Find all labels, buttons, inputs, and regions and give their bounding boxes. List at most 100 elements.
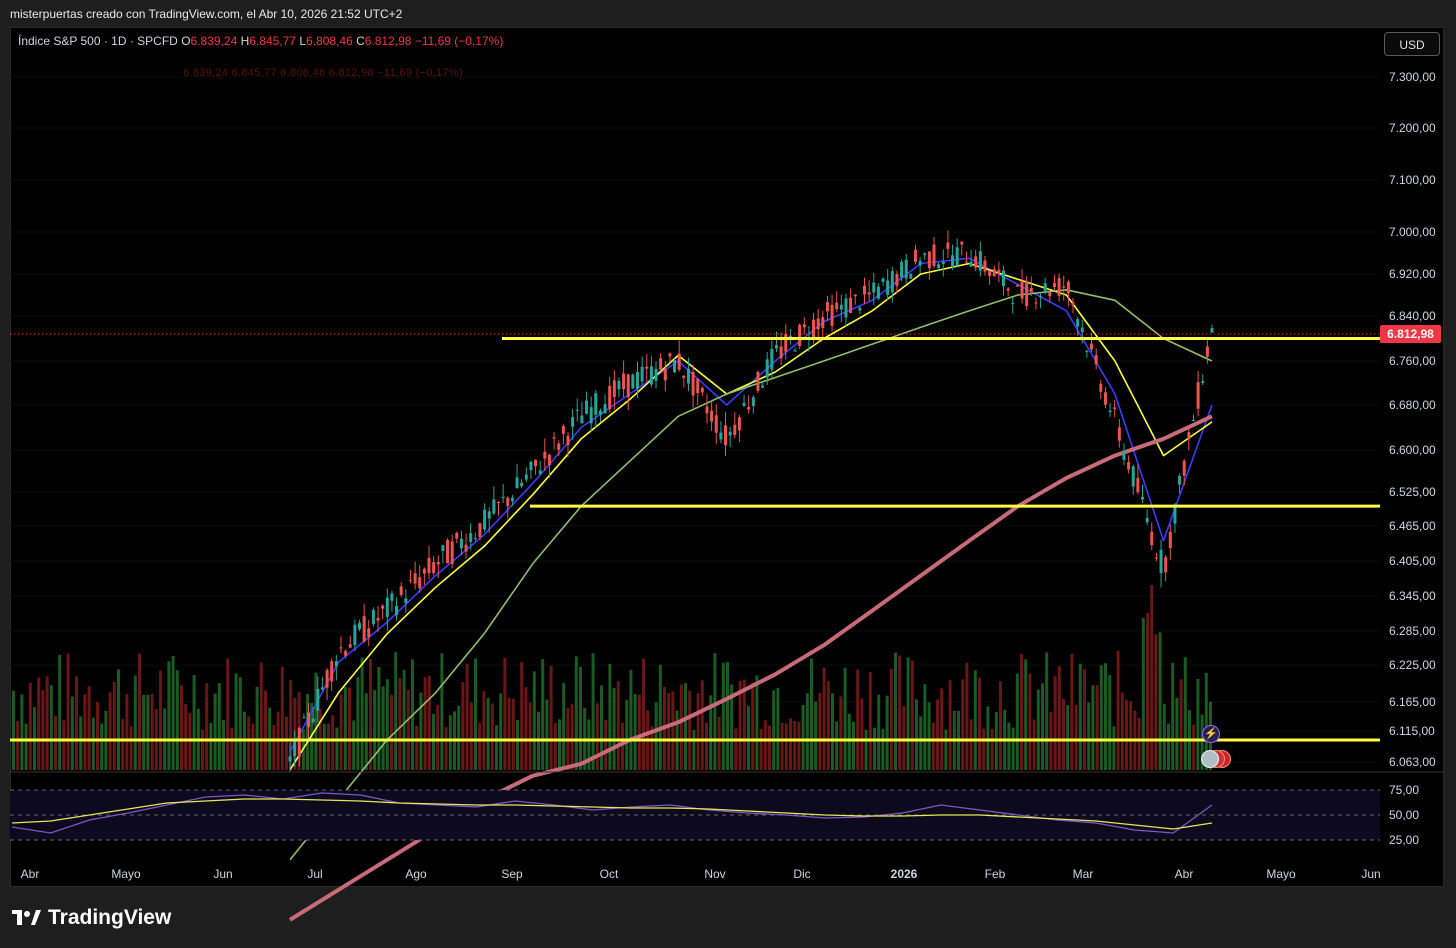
volume-bar — [902, 705, 906, 770]
candle-body — [302, 717, 306, 719]
price-tick-label: 6.600,00 — [1389, 443, 1436, 457]
volume-bar — [205, 683, 209, 770]
volume-bar — [910, 660, 914, 770]
volume-bar — [776, 687, 780, 770]
volume-bar — [898, 655, 902, 770]
candle-body — [316, 688, 320, 711]
candle-body — [886, 280, 890, 295]
chart-canvas[interactable]: 75,00 50,00 25,00 7.300,00 7.200,00 7.100,00… — [0, 0, 1456, 948]
volume-bar — [545, 699, 549, 770]
candle-body — [988, 270, 992, 276]
volume-bar — [495, 725, 498, 770]
candle-body — [774, 345, 778, 349]
high-label: H — [240, 34, 250, 48]
candle-body — [371, 609, 375, 625]
volume-bar — [339, 694, 343, 770]
volume-bar — [478, 723, 482, 770]
volume-bar — [79, 716, 83, 770]
change-value: −11,69 (−0,17%) — [414, 34, 504, 48]
candle-body — [756, 371, 760, 391]
candle-body — [575, 409, 579, 411]
volume-bar — [66, 653, 70, 770]
volume-bar — [625, 699, 629, 770]
candle-body — [1094, 354, 1098, 365]
candle-body — [696, 378, 700, 394]
volume-bar — [171, 655, 175, 770]
time-tick-label: Oct — [600, 867, 619, 881]
candle-body — [455, 532, 459, 539]
volume-bar — [1146, 612, 1149, 770]
volume-bar — [826, 680, 830, 770]
candle-body — [418, 577, 422, 589]
moving-average-line — [289, 288, 1213, 861]
candle-body — [432, 562, 436, 573]
price-tick-label: 6.680,00 — [1389, 398, 1436, 412]
price-tick-label: 6.525,00 — [1389, 485, 1436, 499]
low-label: L — [299, 34, 307, 48]
candle-body — [612, 380, 616, 398]
candle-body — [1076, 319, 1080, 327]
candle-body — [330, 661, 334, 682]
flash-icon[interactable]: ⚡ — [1202, 725, 1220, 743]
candle-body — [733, 424, 737, 436]
volume-bar — [671, 691, 675, 770]
currency-button[interactable]: USD — [1384, 32, 1440, 56]
candle-body — [1066, 281, 1070, 294]
volume-bar — [1196, 679, 1200, 770]
volume-bar — [142, 694, 146, 770]
volume-bar — [457, 705, 461, 770]
volume-bar — [700, 680, 704, 770]
candle-body — [385, 597, 389, 617]
symbol-name: Índice S&P 500 · 1D · SPCFD — [18, 34, 178, 48]
time-tick-label: Nov — [704, 867, 725, 881]
volume-bar — [406, 689, 410, 770]
volume-bar — [759, 728, 763, 770]
candle-body — [937, 264, 941, 268]
symbol-legend[interactable]: Índice S&P 500 · 1D · SPCFD O6.839,24 H6… — [18, 34, 503, 48]
price-tick-label: 6.405,00 — [1389, 554, 1436, 568]
volume-bar — [180, 685, 183, 770]
candle-body — [714, 415, 718, 433]
volume-bar — [684, 683, 687, 770]
volume-bar — [201, 729, 204, 770]
candle-body — [867, 292, 871, 295]
candle-body — [710, 410, 714, 422]
volume-bar — [784, 723, 788, 770]
volume-bar — [146, 694, 150, 770]
candle-body — [724, 425, 728, 446]
volume-bar — [352, 720, 356, 770]
candle-body — [974, 256, 978, 268]
volume-bar — [1104, 663, 1107, 770]
candle-body — [1080, 327, 1084, 333]
candle-body — [918, 260, 922, 266]
volume-bar — [944, 729, 948, 770]
tradingview-logo[interactable]: TradingView — [12, 906, 171, 930]
candle-body — [635, 372, 639, 389]
price-grid — [10, 76, 1380, 763]
volume-bar — [965, 662, 969, 770]
volume-bar — [469, 702, 473, 770]
candle-body — [904, 259, 908, 279]
candle-body — [422, 568, 426, 574]
candle-body — [1085, 351, 1089, 353]
volume-bar — [1125, 699, 1128, 770]
us-flag-icon[interactable] — [1201, 750, 1231, 768]
volume-bar — [175, 670, 179, 770]
candle-body — [825, 302, 829, 312]
volume-bar — [121, 719, 125, 770]
candle-body — [538, 470, 542, 474]
volume-bar — [763, 720, 767, 770]
volume-bar — [810, 658, 813, 770]
volume-bar — [755, 675, 759, 770]
candle-body — [876, 286, 880, 299]
candle-body — [677, 353, 681, 370]
volume-bar — [751, 682, 755, 770]
volume-bar — [1057, 666, 1061, 770]
volume-bar — [642, 658, 645, 770]
volume-bar — [41, 690, 45, 770]
volume-bar — [532, 671, 536, 770]
volume-bar — [881, 728, 885, 770]
candles — [288, 230, 1214, 773]
candle-body — [784, 334, 788, 352]
volume-bar — [734, 728, 738, 770]
